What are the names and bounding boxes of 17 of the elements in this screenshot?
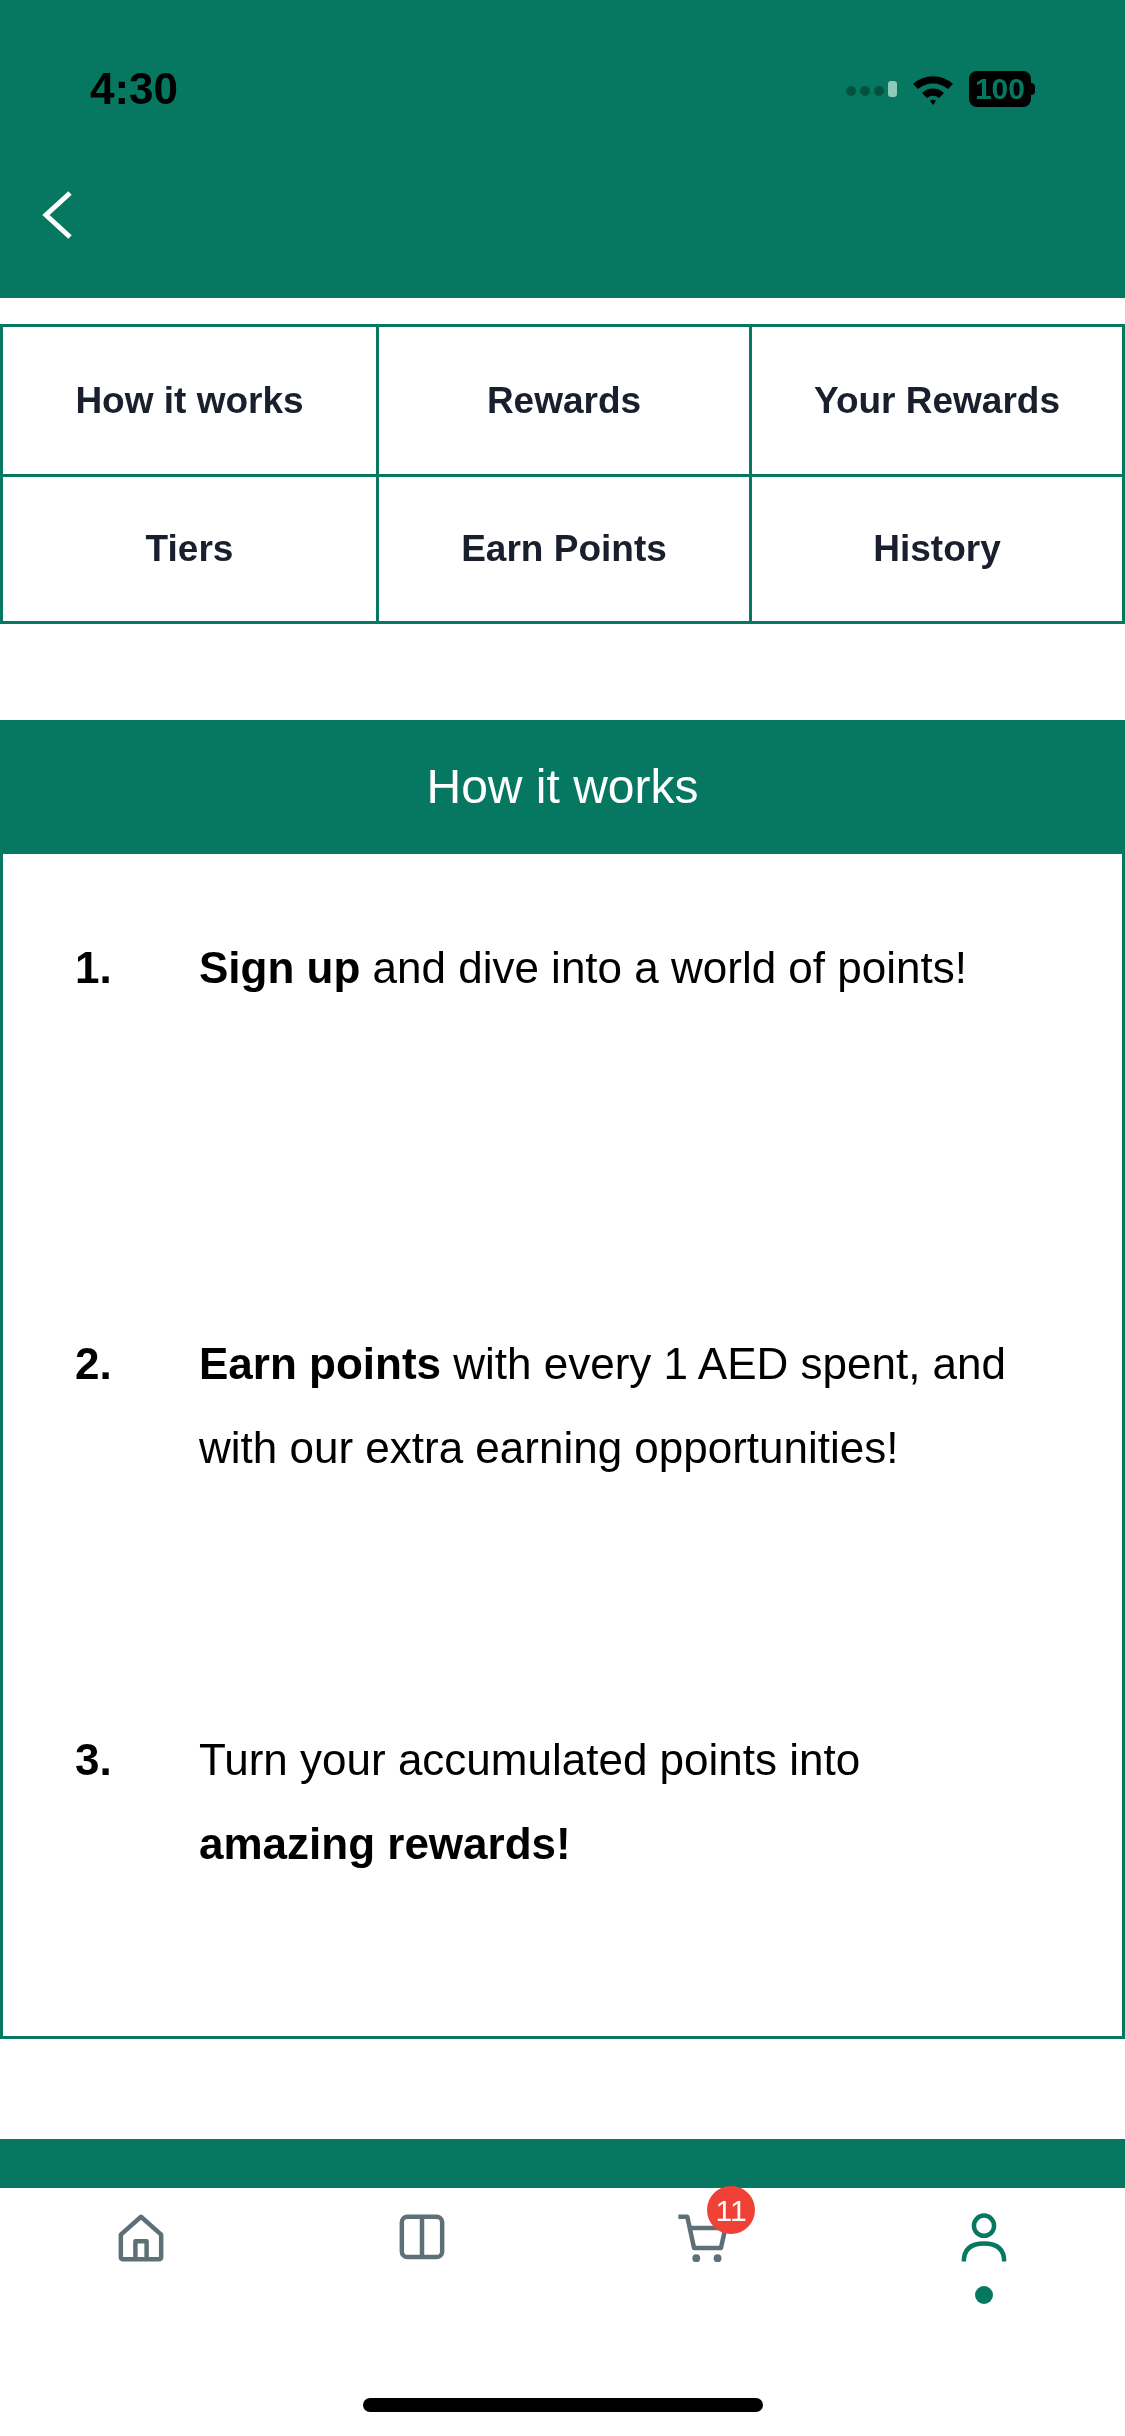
step-number: 1.	[75, 942, 113, 994]
cart-count-badge: 11	[707, 2186, 756, 2234]
signal-icon	[844, 81, 897, 97]
tab[interactable]: History	[749, 474, 1122, 621]
step-text: Sign up and dive into a world of points!	[199, 942, 968, 994]
section-header: How it works	[3, 720, 1122, 854]
tab[interactable]: Earn Points	[376, 474, 749, 621]
tab[interactable]: Tiers	[3, 474, 376, 621]
step-number: 2.	[75, 1338, 113, 1390]
status-time: 4:30	[90, 63, 179, 115]
tab[interactable]: Rewards	[376, 327, 749, 474]
step-number: 3.	[75, 1734, 113, 1786]
step-text: Earn points with every 1 AED spent, and with our extra earning opportunities!	[199, 1338, 1007, 1474]
step-text: Turn your accumulated points into amazing rewards!	[199, 1734, 862, 1870]
tab[interactable]: Your Rewards	[749, 327, 1122, 474]
back-icon[interactable]	[40, 190, 74, 240]
tab[interactable]: How it works	[3, 327, 376, 474]
